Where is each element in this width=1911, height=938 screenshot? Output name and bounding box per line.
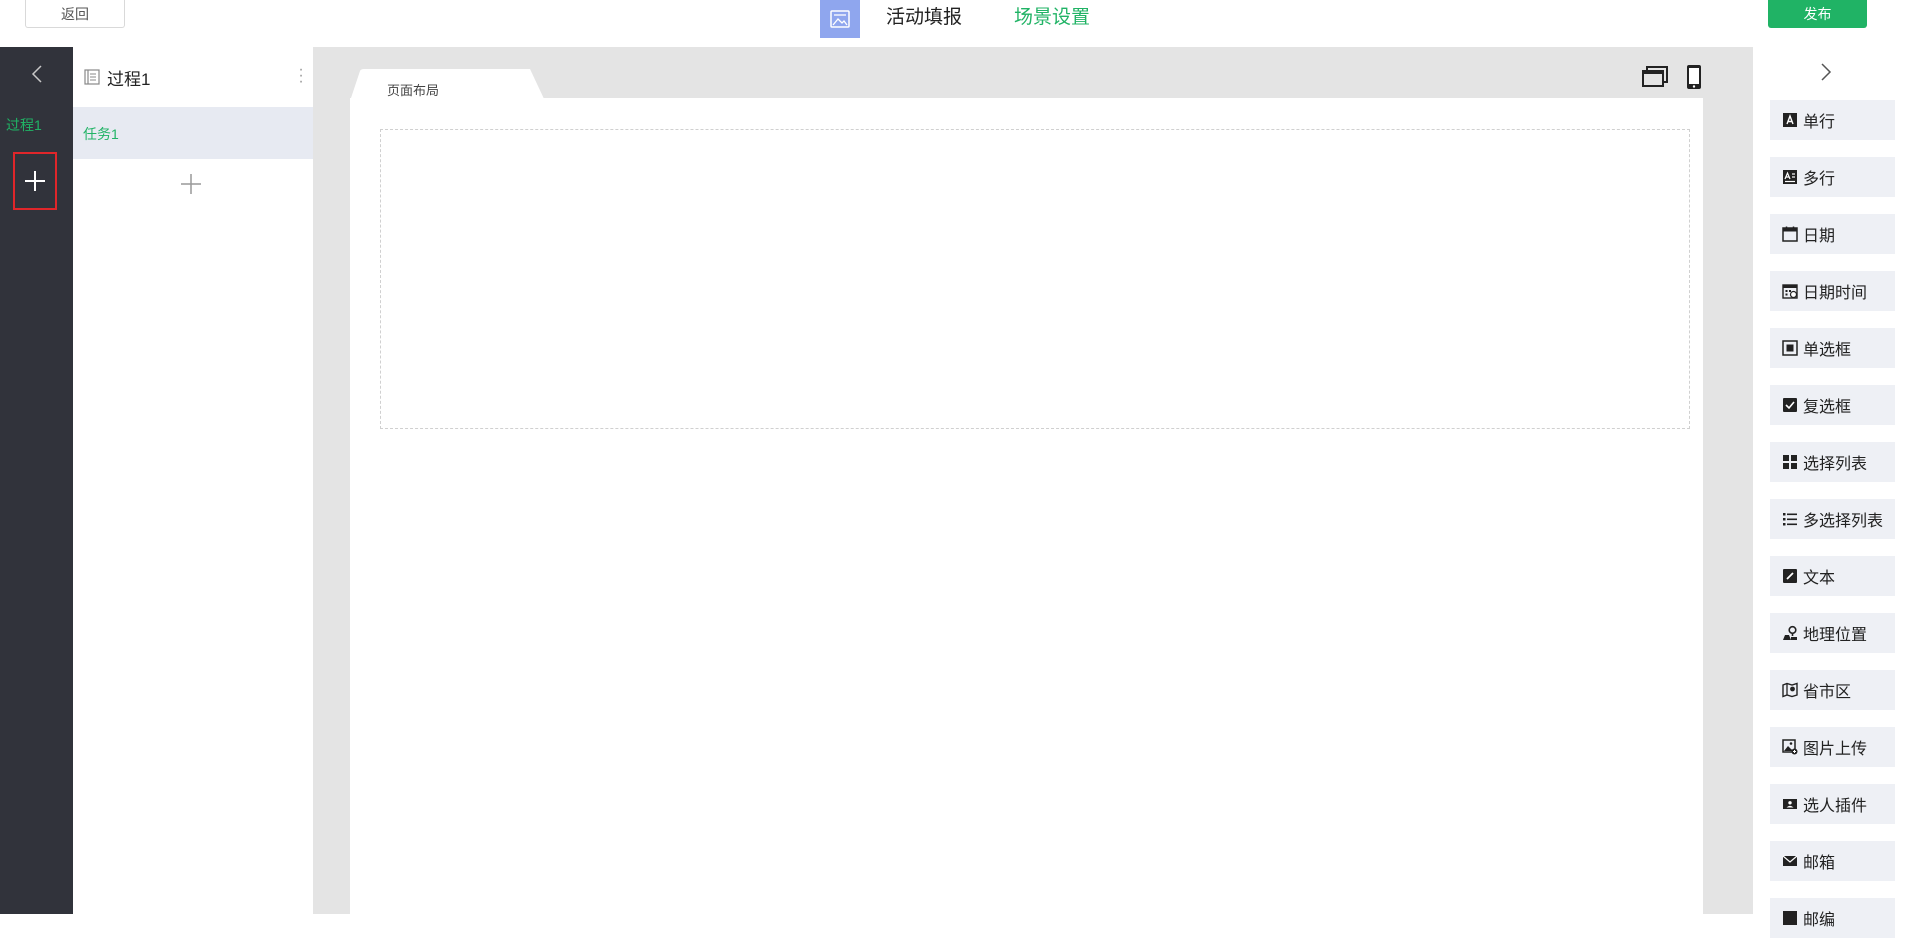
- widget-text[interactable]: 文本: [1770, 556, 1895, 596]
- widget-radio[interactable]: 单选框: [1770, 328, 1895, 368]
- image-upload-icon: [1782, 739, 1798, 755]
- map-icon: [1782, 682, 1798, 698]
- page-layout-tab-label: 页面布局: [387, 83, 440, 98]
- widget-image-upload[interactable]: 图片上传: [1770, 727, 1895, 767]
- rail-item-process-1[interactable]: 过程1: [6, 115, 42, 135]
- widget-label: 单选框: [1803, 342, 1852, 359]
- radio-icon: [1782, 340, 1798, 356]
- mail-icon: [1782, 853, 1798, 869]
- tab-scene-settings[interactable]: 场景设置: [1014, 5, 1090, 31]
- widget-label: 地理位置: [1803, 627, 1868, 644]
- desktop-icon[interactable]: [1642, 66, 1668, 93]
- location-icon: [1782, 625, 1798, 641]
- postcode-icon: [1782, 910, 1798, 926]
- process-rail: 过程1: [0, 47, 73, 914]
- widget-multi-line[interactable]: 多行: [1770, 157, 1895, 197]
- process-title: 过程1: [107, 70, 151, 89]
- widget-select-list[interactable]: 选择列表: [1770, 442, 1895, 482]
- widget-label: 多行: [1803, 171, 1836, 188]
- chevron-right-icon[interactable]: [1820, 62, 1832, 87]
- widget-label: 日期时间: [1803, 285, 1868, 302]
- widget-email[interactable]: 邮箱: [1770, 841, 1895, 881]
- plus-icon: [181, 174, 201, 194]
- widget-multi-select-list[interactable]: 多选择列表: [1770, 499, 1895, 539]
- add-process-button[interactable]: [13, 152, 57, 210]
- add-task-button[interactable]: [178, 171, 204, 197]
- process-header: 过程1 · · ·: [73, 47, 313, 107]
- widget-label: 选人插件: [1803, 798, 1868, 815]
- mobile-icon[interactable]: [1686, 64, 1702, 95]
- back-button[interactable]: 返回: [25, 0, 125, 28]
- chevron-left-icon[interactable]: [0, 47, 73, 101]
- multi-line-icon: [1782, 169, 1798, 185]
- widget-label: 文本: [1803, 570, 1836, 587]
- calendar-icon: [1782, 226, 1798, 242]
- widget-datetime[interactable]: 日期时间: [1770, 271, 1895, 311]
- list-icon: [1782, 511, 1798, 527]
- grid-icon: [1782, 454, 1798, 470]
- widget-label: 邮编: [1803, 912, 1836, 929]
- top-bar: 返回 活动填报 场景设置 发布: [0, 0, 1911, 47]
- widget-label: 复选框: [1803, 399, 1852, 416]
- process-panel: 过程1 · · · 任务1: [73, 47, 313, 914]
- edit-icon: [1782, 568, 1798, 584]
- plus-icon: [25, 171, 45, 191]
- widget-checkbox[interactable]: 复选框: [1770, 385, 1895, 425]
- widget-label: 邮箱: [1803, 855, 1836, 872]
- widget-province-city[interactable]: 省市区: [1770, 670, 1895, 710]
- widget-label: 选择列表: [1803, 456, 1868, 473]
- tab-activity-fill[interactable]: 活动填报: [886, 5, 962, 31]
- task-item[interactable]: 任务1: [73, 107, 313, 159]
- widget-postcode[interactable]: 邮编: [1770, 898, 1895, 938]
- image-gallery-icon[interactable]: [820, 0, 860, 38]
- widget-label: 省市区: [1803, 684, 1852, 701]
- process-icon: [84, 69, 100, 85]
- contact-card-icon: [1782, 796, 1798, 812]
- task-label: 任务1: [83, 126, 119, 142]
- calendar-clock-icon: [1782, 283, 1798, 299]
- widget-label: 多选择列表: [1803, 513, 1884, 530]
- checkbox-icon: [1782, 397, 1798, 413]
- widget-label: 单行: [1803, 114, 1836, 131]
- single-line-icon: [1782, 112, 1798, 128]
- page-layout-tab[interactable]: [350, 69, 550, 101]
- widget-date[interactable]: 日期: [1770, 214, 1895, 254]
- widget-single-line[interactable]: 单行: [1770, 100, 1895, 140]
- widget-label: 日期: [1803, 228, 1836, 245]
- layout-drop-zone[interactable]: [380, 129, 1690, 429]
- more-vertical-icon[interactable]: · · ·: [296, 62, 306, 90]
- widget-location[interactable]: 地理位置: [1770, 613, 1895, 653]
- widget-label: 图片上传: [1803, 741, 1868, 758]
- publish-button[interactable]: 发布: [1768, 0, 1867, 28]
- widget-person-picker[interactable]: 选人插件: [1770, 784, 1895, 824]
